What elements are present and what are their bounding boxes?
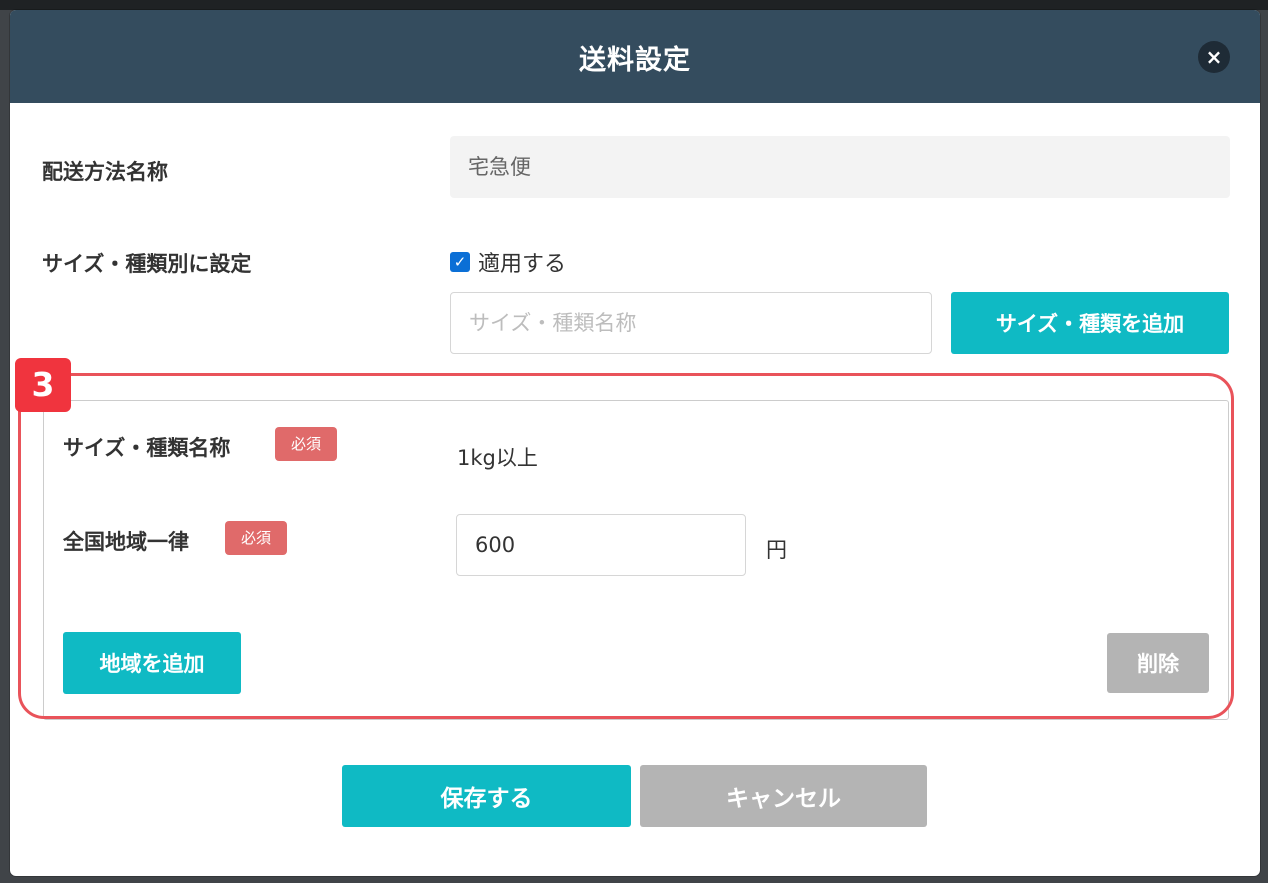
save-button[interactable]: 保存する xyxy=(342,765,631,827)
close-icon[interactable]: × xyxy=(1198,41,1230,73)
add-size-type-button[interactable]: サイズ・種類を追加 xyxy=(951,292,1229,354)
size-name-label: サイズ・種類名称 xyxy=(63,436,231,460)
currency-unit: 円 xyxy=(766,538,787,562)
shipping-method-label: 配送方法名称 xyxy=(42,160,168,184)
cancel-button[interactable]: キャンセル xyxy=(640,765,927,827)
size-name-value: 1kg以上 xyxy=(457,446,538,470)
apply-checkbox-label[interactable]: 適用する xyxy=(478,246,566,278)
step-number-badge: 3 xyxy=(15,358,71,412)
nationwide-rate-label: 全国地域一律 xyxy=(63,530,189,554)
apply-checkbox[interactable]: ✓ xyxy=(450,252,470,272)
apply-checkbox-row[interactable]: ✓ 適用する xyxy=(450,247,566,277)
required-badge: 必須 xyxy=(225,521,287,555)
delete-button[interactable]: 削除 xyxy=(1107,633,1209,693)
size-type-label: サイズ・種類別に設定 xyxy=(42,252,252,276)
add-region-button[interactable]: 地域を追加 xyxy=(63,632,241,694)
shipping-method-field: 宅急便 xyxy=(450,136,1230,198)
modal-title: 送料設定 xyxy=(579,45,691,76)
nationwide-rate-input[interactable] xyxy=(456,514,746,576)
modal-header: 送料設定 × xyxy=(10,10,1260,103)
shipping-settings-modal: 送料設定 × 配送方法名称 宅急便 サイズ・種類別に設定 ✓ 適用する サイズ・… xyxy=(10,10,1260,876)
size-type-name-input[interactable] xyxy=(450,292,932,354)
size-entry-panel: サイズ・種類名称 必須 1kg以上 全国地域一律 必須 円 地域を追加 削除 xyxy=(43,400,1229,720)
required-badge: 必須 xyxy=(275,427,337,461)
backdrop-top-bar xyxy=(0,0,1268,10)
